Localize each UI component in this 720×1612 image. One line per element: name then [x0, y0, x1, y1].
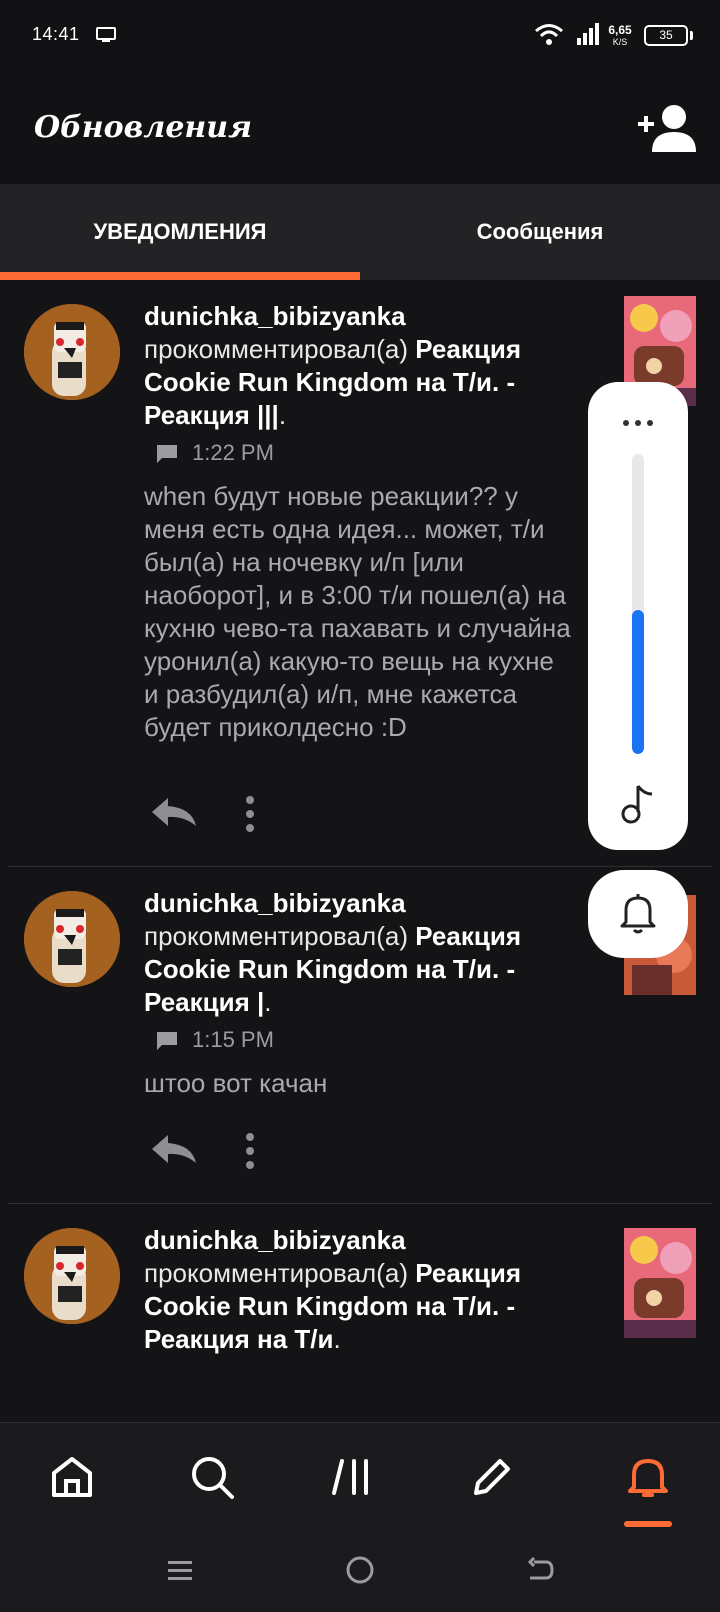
- more-icon[interactable]: [620, 418, 656, 428]
- avatar-image: [24, 1228, 120, 1324]
- app-header: Обновления: [0, 70, 720, 184]
- volume-panel[interactable]: [588, 382, 688, 850]
- add-user-button[interactable]: [638, 104, 696, 152]
- pencil-icon[interactable]: [468, 1453, 516, 1501]
- network-speed-value: 6,65: [608, 23, 632, 37]
- system-navigation: [0, 1532, 720, 1612]
- avatar-image: [24, 304, 120, 400]
- battery-indicator: 35: [644, 25, 688, 46]
- notification-time: 1:22 PM: [192, 440, 274, 465]
- home-icon[interactable]: [48, 1453, 96, 1501]
- more-options-button[interactable]: [236, 1131, 264, 1171]
- notification-text: dunichka_bibizyanka прокомментировал(а) …: [144, 1224, 584, 1356]
- notification-action: прокомментировал(а): [144, 1258, 408, 1288]
- ringer-mode-button[interactable]: [588, 870, 688, 958]
- status-bar: 14:41 6,65 K/S 35: [0, 0, 720, 70]
- network-speed: 6,65 K/S: [604, 24, 636, 48]
- status-time: 14:41: [32, 24, 80, 44]
- avatar[interactable]: [24, 891, 120, 987]
- notification-item[interactable]: dunichka_bibizyanka прокомментировал(а) …: [0, 1204, 720, 1422]
- notification-text: dunichka_bibizyanka прокомментировал(а) …: [144, 887, 584, 1019]
- avatar[interactable]: [24, 1228, 120, 1324]
- comment-icon: [157, 445, 177, 463]
- bell-icon[interactable]: [624, 1453, 672, 1501]
- reply-button[interactable]: [150, 1131, 200, 1167]
- tab-messages[interactable]: Сообщения: [360, 184, 720, 280]
- library-icon[interactable]: [328, 1453, 376, 1501]
- music-note-icon: [621, 785, 653, 824]
- notification-text: dunichka_bibizyanka прокомментировал(а) …: [144, 300, 584, 432]
- battery-tip: [690, 31, 693, 40]
- more-options-button[interactable]: [236, 794, 264, 834]
- signal-icon: [577, 23, 599, 45]
- notification-username[interactable]: dunichka_bibizyanka: [144, 887, 584, 920]
- notification-time: 1:15 PM: [192, 1027, 274, 1052]
- search-icon[interactable]: [188, 1453, 236, 1501]
- comment-text: штоо вот качан: [144, 1068, 328, 1098]
- network-speed-unit: K/S: [612, 37, 628, 47]
- volume-level-fill: [632, 610, 644, 754]
- post-thumbnail-image: [624, 1228, 696, 1338]
- post-thumbnail[interactable]: [624, 1228, 696, 1338]
- active-nav-indicator: [624, 1521, 672, 1527]
- reply-button[interactable]: [150, 794, 200, 830]
- notification-username[interactable]: dunichka_bibizyanka: [144, 300, 584, 333]
- screen-cast-icon: [96, 27, 116, 42]
- bell-icon: [620, 894, 656, 934]
- notification-action: прокомментировал(а): [144, 921, 408, 951]
- page-title: Обновления: [34, 110, 252, 145]
- notification-action: прокомментировал(а): [144, 334, 408, 364]
- home-button-icon[interactable]: [344, 1554, 376, 1586]
- volume-slider[interactable]: [632, 454, 644, 754]
- wifi-icon: [535, 24, 563, 45]
- notification-username[interactable]: dunichka_bibizyanka: [144, 1224, 584, 1257]
- bottom-navigation: [0, 1422, 720, 1532]
- tab-notifications[interactable]: УВЕДОМЛЕНИЯ: [0, 184, 360, 280]
- comment-text: when будут новые реакции?? у меня есть о…: [144, 481, 571, 742]
- battery-level: 35: [659, 28, 673, 42]
- active-tab-indicator: [0, 272, 360, 280]
- avatar-image: [24, 891, 120, 987]
- comment-icon: [157, 1032, 177, 1050]
- avatar[interactable]: [24, 304, 120, 400]
- tab-bar: УВЕДОМЛЕНИЯ Сообщения: [0, 184, 720, 280]
- recents-icon[interactable]: [164, 1554, 196, 1586]
- back-icon[interactable]: [524, 1554, 556, 1586]
